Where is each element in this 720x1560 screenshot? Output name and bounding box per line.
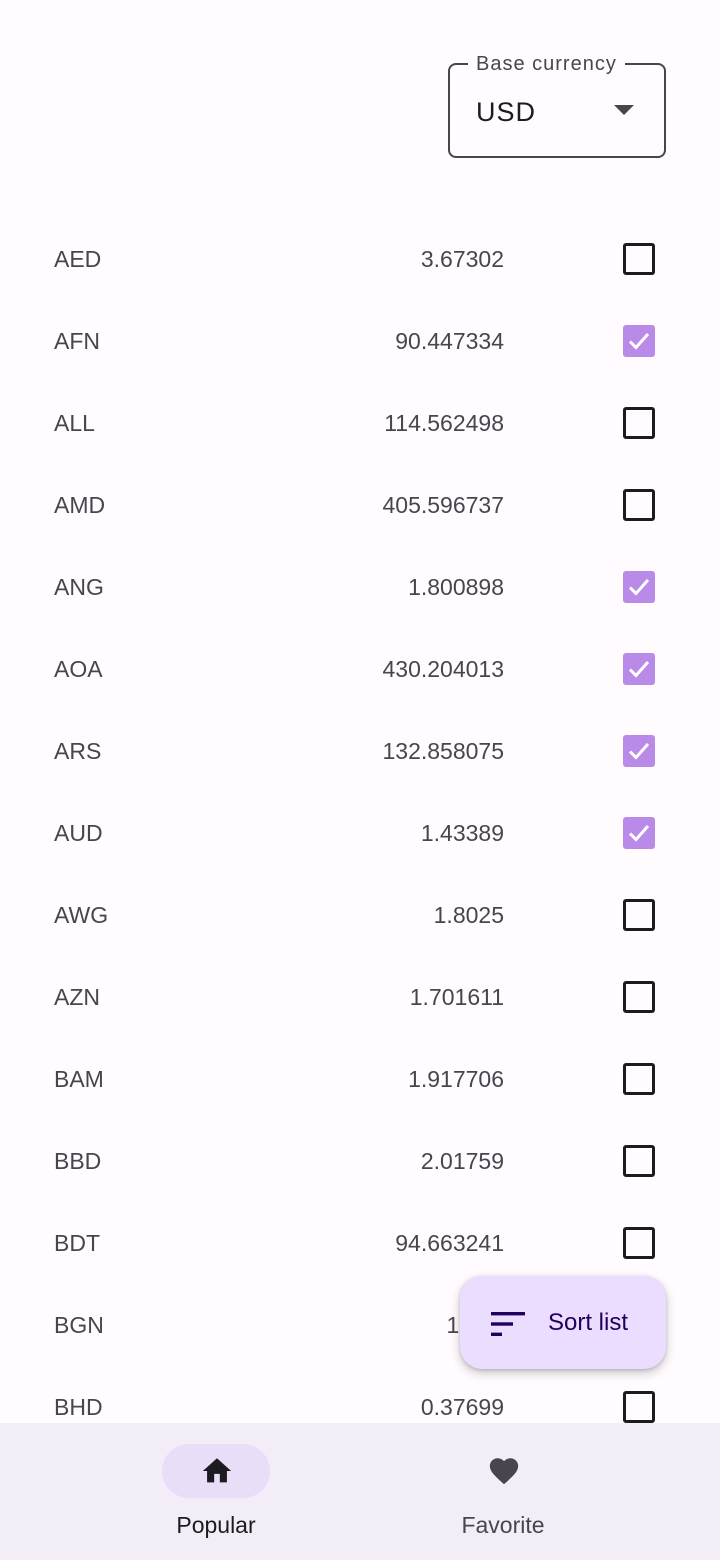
currency-code: BGN <box>54 1312 104 1338</box>
currency-code: ARS <box>54 738 102 764</box>
check-icon <box>628 743 650 760</box>
base-currency-dropdown[interactable]: Base currency USD <box>448 52 666 158</box>
nav-label-favorite: Favorite <box>461 1512 545 1538</box>
favorite-checkbox[interactable] <box>623 325 655 357</box>
favorite-checkbox[interactable] <box>623 489 655 521</box>
currency-code: BAM <box>54 1066 104 1092</box>
exchange-rate-value: 1.800898 <box>408 574 504 600</box>
rate-row: BDT 94.663241 <box>0 1202 720 1284</box>
exchange-rate-value: 405.596737 <box>382 492 504 518</box>
base-currency-value: USD <box>476 97 537 127</box>
sort-list-label: Sort list <box>548 1309 629 1336</box>
currency-code: AED <box>54 246 102 272</box>
exchange-rate-value: 132.858075 <box>382 738 504 764</box>
exchange-rate-value: 0.37699 <box>420 1394 504 1420</box>
home-icon <box>202 1458 232 1483</box>
exchange-rate-value: 430.204013 <box>382 656 504 682</box>
heart-icon <box>489 1458 519 1485</box>
currency-code: BDT <box>54 1230 100 1256</box>
favorite-checkbox[interactable] <box>623 817 655 849</box>
exchange-rate-value: 1.701611 <box>409 984 504 1010</box>
favorite-checkbox[interactable] <box>623 1227 655 1259</box>
currency-code: ANG <box>54 574 104 600</box>
check-icon <box>628 825 650 842</box>
currency-code: AWG <box>54 902 109 928</box>
nav-item-popular[interactable]: Popular <box>106 1423 326 1560</box>
favorite-checkbox[interactable] <box>623 1145 655 1177</box>
currency-code: AMD <box>54 492 106 518</box>
favorite-checkbox[interactable] <box>623 407 655 439</box>
nav-label-popular: Popular <box>176 1512 256 1538</box>
rate-row: AFN 90.447334 <box>0 300 720 382</box>
sort-icon <box>491 1312 525 1336</box>
exchange-rate-value: 1.8025 <box>433 902 504 928</box>
base-currency-label: Base currency <box>468 52 625 76</box>
exchange-rate-value: 90.447334 <box>395 328 504 354</box>
rate-row: ANG 1.800898 <box>0 546 720 628</box>
rate-row: BAM 1.917706 <box>0 1038 720 1120</box>
currency-code: BBD <box>54 1148 102 1174</box>
exchange-rate-value: 1.917706 <box>408 1066 504 1092</box>
exchange-rate-value: 3.67302 <box>420 246 504 272</box>
bottom-navigation: Popular Favorite <box>0 1423 720 1560</box>
check-icon <box>628 661 650 678</box>
rate-row: BBD 2.01759 <box>0 1120 720 1202</box>
currency-code: AFN <box>54 328 100 354</box>
favorite-checkbox[interactable] <box>623 981 655 1013</box>
check-icon <box>628 333 650 350</box>
rate-row: ARS 132.858075 <box>0 710 720 792</box>
rate-row: ALL 114.562498 <box>0 382 720 464</box>
currency-code: AUD <box>54 820 103 846</box>
currency-code: BHD <box>54 1394 103 1420</box>
check-icon <box>628 579 650 596</box>
currency-code: AOA <box>54 656 103 682</box>
rate-row: AWG 1.8025 <box>0 874 720 956</box>
rate-row: AOA 430.204013 <box>0 628 720 710</box>
currency-code: AZN <box>54 984 100 1010</box>
exchange-rate-value: 94.663241 <box>395 1230 504 1256</box>
currency-code: ALL <box>54 410 95 436</box>
favorite-checkbox[interactable] <box>623 243 655 275</box>
rate-row: AED 3.67302 <box>0 218 720 300</box>
dropdown-arrow-icon <box>614 105 634 115</box>
nav-item-favorite[interactable]: Favorite <box>393 1423 613 1560</box>
favorite-checkbox[interactable] <box>623 1391 655 1423</box>
rate-row: BHD 0.37699 <box>0 1366 720 1423</box>
rates-list[interactable]: AED 3.67302 AFN 90.447334 ALL 114.562498 AMD 40… <box>0 218 720 1423</box>
favorite-checkbox[interactable] <box>623 1063 655 1095</box>
favorite-checkbox[interactable] <box>623 735 655 767</box>
rate-row: AUD 1.43389 <box>0 792 720 874</box>
exchange-rate-value: 1.43389 <box>420 820 504 846</box>
exchange-rate-value: 2.01759 <box>420 1148 504 1174</box>
favorite-checkbox[interactable] <box>623 653 655 685</box>
sort-list-button[interactable]: Sort list <box>460 1276 666 1369</box>
rate-row: AMD 405.596737 <box>0 464 720 546</box>
favorite-checkbox[interactable] <box>623 571 655 603</box>
exchange-rate-value: 114.562498 <box>384 410 504 436</box>
rate-row: AZN 1.701611 <box>0 956 720 1038</box>
favorite-checkbox[interactable] <box>623 899 655 931</box>
